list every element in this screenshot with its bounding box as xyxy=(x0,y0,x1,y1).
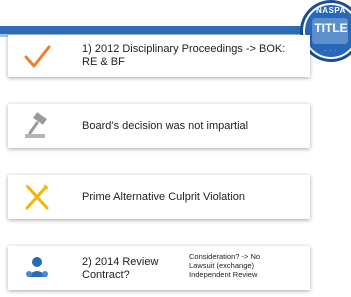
badge-top-text: NASPA xyxy=(316,6,346,15)
check-icon xyxy=(22,42,52,72)
card-text: 1) 2012 Disciplinary Proceedings -> BOK:… xyxy=(82,43,286,68)
fork-knife-cross-icon xyxy=(22,182,52,212)
gavel-icon xyxy=(22,111,52,141)
card-text: 2) 2014 Review Contract? xyxy=(82,256,159,281)
card-review-contract: 2) 2014 Review Contract? Consideration? … xyxy=(8,246,310,290)
note-consideration: Consideration? -> No xyxy=(189,252,261,261)
header-bar xyxy=(0,26,351,34)
badge-main-text: TITLE xyxy=(314,21,348,35)
card-notes: Consideration? -> No Lawsuit (exchange) … xyxy=(189,252,260,279)
card-disciplinary-proceedings: 1) 2012 Disciplinary Proceedings -> BOK:… xyxy=(8,35,310,77)
card-text: Board’s decision was not impartial xyxy=(82,120,249,132)
note-independent-review: Independent Review xyxy=(189,270,258,279)
card-prime-alternative: Prime Alternative Culprit Violation xyxy=(8,175,310,219)
note-lawsuit: Lawsuit (exchange) xyxy=(189,261,255,270)
card-board-decision: Board’s decision was not impartial xyxy=(8,104,310,148)
card-text: Prime Alternative Culprit Violation xyxy=(82,191,246,203)
people-icon xyxy=(22,253,52,283)
